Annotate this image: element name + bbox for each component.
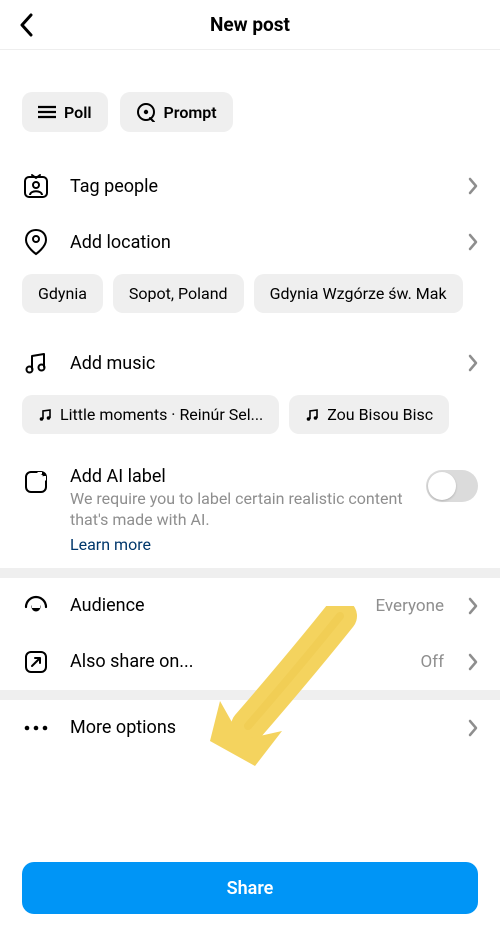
audience-row[interactable]: Audience Everyone [0, 578, 500, 634]
prompt-icon [136, 102, 156, 122]
ai-learn-more-link[interactable]: Learn more [70, 535, 406, 554]
chevron-right-icon [468, 354, 478, 372]
separator [0, 568, 500, 578]
prompt-label: Prompt [164, 103, 217, 122]
page-title: New post [210, 13, 290, 36]
music-suggestion-label: Zou Bisou Bisc [327, 405, 433, 424]
music-suggestion-label: Little moments · Reinúr Sel... [60, 405, 263, 424]
share-on-value: Off [420, 652, 444, 672]
audience-label: Audience [70, 595, 355, 616]
location-suggestion[interactable]: Gdynia Wzgórze św. Mak [254, 274, 463, 313]
tag-people-label: Tag people [70, 176, 448, 197]
share-button[interactable]: Share [22, 862, 478, 914]
ai-label-icon [22, 468, 50, 496]
chevron-right-icon [468, 719, 478, 737]
poll-chip[interactable]: Poll [22, 92, 108, 132]
ai-label-toggle[interactable] [426, 470, 478, 502]
music-icon [22, 349, 50, 377]
more-icon [22, 714, 50, 742]
ai-label-title: Add AI label [70, 466, 406, 487]
tag-people-row[interactable]: Tag people [0, 158, 500, 214]
poll-icon [38, 105, 56, 119]
attachment-chips: Poll Prompt [0, 92, 500, 158]
back-button[interactable] [14, 12, 40, 38]
add-location-label: Add location [70, 232, 448, 253]
more-options-row[interactable]: More options [0, 700, 500, 756]
chevron-right-icon [468, 177, 478, 195]
tag-people-icon [22, 172, 50, 200]
chevron-right-icon [468, 653, 478, 671]
music-suggestion[interactable]: Little moments · Reinúr Sel... [22, 395, 279, 434]
chevron-left-icon [19, 13, 35, 37]
location-suggestion[interactable]: Gdynia [22, 274, 103, 313]
share-on-icon [22, 648, 50, 676]
more-options-label: More options [70, 717, 448, 738]
header: New post [0, 0, 500, 50]
location-suggestion[interactable]: Sopot, Poland [113, 274, 244, 313]
prompt-chip[interactable]: Prompt [120, 92, 233, 132]
location-icon [22, 228, 50, 256]
separator [0, 690, 500, 700]
add-location-row[interactable]: Add location [0, 214, 500, 270]
share-on-row[interactable]: Also share on... Off [0, 634, 500, 690]
music-note-icon [305, 408, 319, 422]
toggle-knob [428, 472, 456, 500]
music-note-icon [38, 408, 52, 422]
audience-value: Everyone [375, 596, 444, 616]
ai-label-row: Add AI label We require you to label cer… [0, 456, 500, 568]
add-music-label: Add music [70, 353, 448, 374]
chevron-right-icon [468, 233, 478, 251]
music-suggestion[interactable]: Zou Bisou Bisc [289, 395, 449, 434]
poll-label: Poll [64, 103, 92, 122]
audience-icon [22, 592, 50, 620]
share-on-label: Also share on... [70, 651, 400, 672]
ai-label-desc: We require you to label certain realisti… [70, 489, 406, 531]
add-music-row[interactable]: Add music [0, 335, 500, 391]
music-suggestions: Little moments · Reinúr Sel... Zou Bisou… [0, 391, 500, 456]
location-suggestions: Gdynia Sopot, Poland Gdynia Wzgórze św. … [0, 270, 500, 335]
chevron-right-icon [468, 597, 478, 615]
share-button-label: Share [227, 878, 274, 899]
